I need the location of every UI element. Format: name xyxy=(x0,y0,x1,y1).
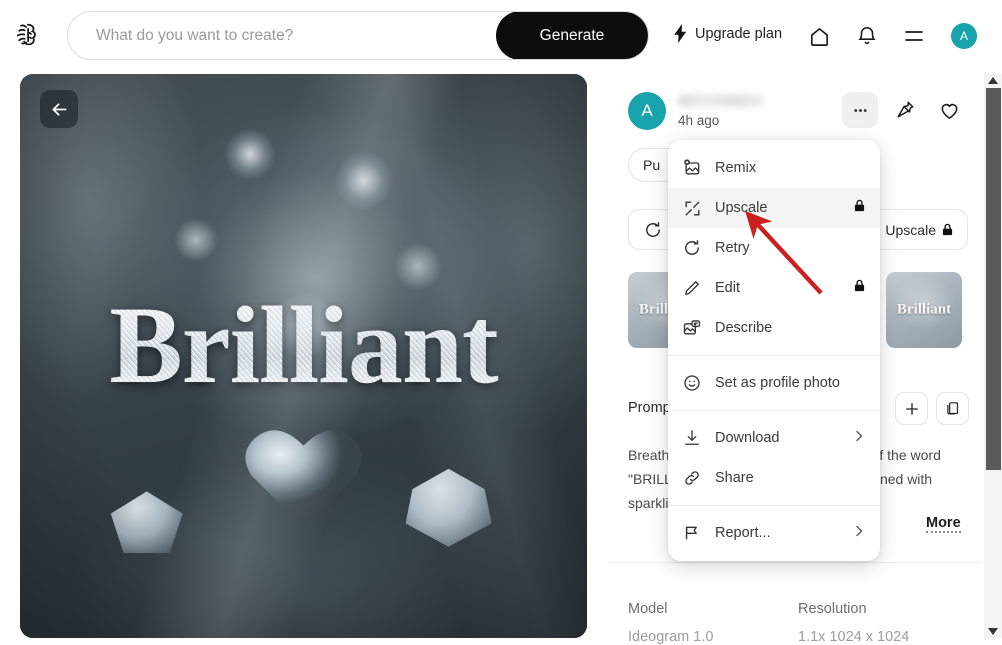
lightning-bolt-icon xyxy=(674,24,687,43)
timestamp: 4h ago xyxy=(678,113,720,128)
menu-item-label: Share xyxy=(715,470,754,486)
thumbnail-label: Brilliant xyxy=(896,301,952,318)
add-prompt-button[interactable] xyxy=(895,392,928,425)
info-model: Model Ideogram 1.0 xyxy=(628,601,713,645)
info-model-value: Ideogram 1.0 xyxy=(628,629,714,645)
menu-item-label: Remix xyxy=(715,160,757,176)
upscale-action-label: Upscale xyxy=(885,221,936,238)
section-divider xyxy=(608,562,980,563)
search-bar[interactable]: Generate xyxy=(67,11,649,60)
retry-icon xyxy=(646,221,660,237)
menu-item-label: Retry xyxy=(715,240,750,256)
panel-scrollbar[interactable] xyxy=(984,74,1002,638)
menu-item-retry[interactable]: Retry xyxy=(668,228,880,268)
visibility-label: Pu xyxy=(643,157,661,173)
brain-logo-icon[interactable] xyxy=(10,18,44,52)
avatar-initial: A xyxy=(959,29,968,43)
remix-image-icon xyxy=(682,158,702,178)
thumbnail-item[interactable]: Brilliant xyxy=(886,272,962,348)
chevron-right-icon xyxy=(853,429,865,448)
author-avatar[interactable]: A xyxy=(628,92,666,130)
download-icon xyxy=(682,428,702,448)
upgrade-plan-button[interactable]: Upgrade plan xyxy=(673,24,782,43)
heart-icon xyxy=(941,103,957,119)
menu-item-upscale[interactable]: Upscale xyxy=(668,188,880,228)
pin-button[interactable] xyxy=(887,92,923,128)
menu-item-label: Upscale xyxy=(715,200,768,216)
menu-item-set-profile-photo[interactable]: Set as profile photo xyxy=(668,363,880,403)
menu-separator xyxy=(668,505,880,506)
menu-item-label: Report... xyxy=(715,525,771,541)
describe-image-icon xyxy=(682,318,702,338)
artwork-vignette xyxy=(20,74,587,638)
pin-icon xyxy=(897,101,914,118)
info-resolution-value: 1.1x 1024 x 1024 xyxy=(798,629,910,645)
author-username-redacted xyxy=(678,94,764,107)
menu-item-label: Download xyxy=(715,430,780,446)
pencil-icon xyxy=(682,278,702,298)
favorite-button[interactable] xyxy=(931,92,967,128)
menu-separator xyxy=(668,410,880,411)
more-link[interactable]: More xyxy=(926,515,961,533)
back-button[interactable] xyxy=(40,90,78,128)
context-menu[interactable]: Remix Upscale Retry Edit Describe Set as… xyxy=(668,140,880,561)
upgrade-plan-label: Upgrade plan xyxy=(695,25,783,42)
copy-icon xyxy=(947,402,959,415)
lock-icon xyxy=(942,223,953,236)
lock-icon xyxy=(854,199,865,217)
link-icon xyxy=(682,468,702,488)
more-options-button[interactable] xyxy=(842,92,878,128)
author-avatar-initial: A xyxy=(641,101,653,120)
generate-button[interactable]: Generate xyxy=(496,12,648,59)
flag-icon xyxy=(682,523,702,543)
generated-image-viewer[interactable]: Brilliant xyxy=(20,74,587,638)
menu-item-share[interactable]: Share xyxy=(668,458,880,498)
menu-item-download[interactable]: Download xyxy=(668,418,880,458)
copy-prompt-button[interactable] xyxy=(936,392,969,425)
info-resolution: Resolution 1.1x 1024 x 1024 xyxy=(798,601,909,645)
chevron-right-icon xyxy=(853,524,865,543)
retry-icon xyxy=(682,238,702,258)
scrollbar-thumb[interactable] xyxy=(986,88,1001,470)
smiley-icon xyxy=(682,373,702,393)
menu-separator xyxy=(668,355,880,356)
author-meta: A 4h ago xyxy=(628,92,764,130)
search-input[interactable] xyxy=(68,12,496,59)
menu-item-label: Describe xyxy=(715,320,773,336)
menu-item-describe[interactable]: Describe xyxy=(668,308,880,348)
menu-item-remix[interactable]: Remix xyxy=(668,148,880,188)
menu-item-edit[interactable]: Edit xyxy=(668,268,880,308)
retry-action[interactable] xyxy=(643,220,663,240)
ellipsis-icon xyxy=(853,108,867,112)
hamburger-menu-icon[interactable] xyxy=(900,22,928,50)
bell-icon[interactable] xyxy=(853,22,881,50)
menu-item-report[interactable]: Report... xyxy=(668,513,880,553)
avatar[interactable]: A xyxy=(951,23,977,49)
info-resolution-key: Resolution xyxy=(798,601,867,617)
lock-icon xyxy=(854,279,865,297)
home-icon[interactable] xyxy=(805,22,833,50)
plus-icon xyxy=(905,402,918,415)
app-header: Generate Upgrade plan A xyxy=(0,0,1002,71)
scroll-up-arrow-icon[interactable] xyxy=(984,74,1002,88)
scroll-down-arrow-icon[interactable] xyxy=(984,624,1002,638)
menu-item-label: Set as profile photo xyxy=(715,375,840,391)
menu-item-label: Edit xyxy=(715,280,740,296)
arrow-left-icon xyxy=(52,102,66,116)
info-model-key: Model xyxy=(628,601,668,617)
upscale-icon xyxy=(682,198,702,218)
